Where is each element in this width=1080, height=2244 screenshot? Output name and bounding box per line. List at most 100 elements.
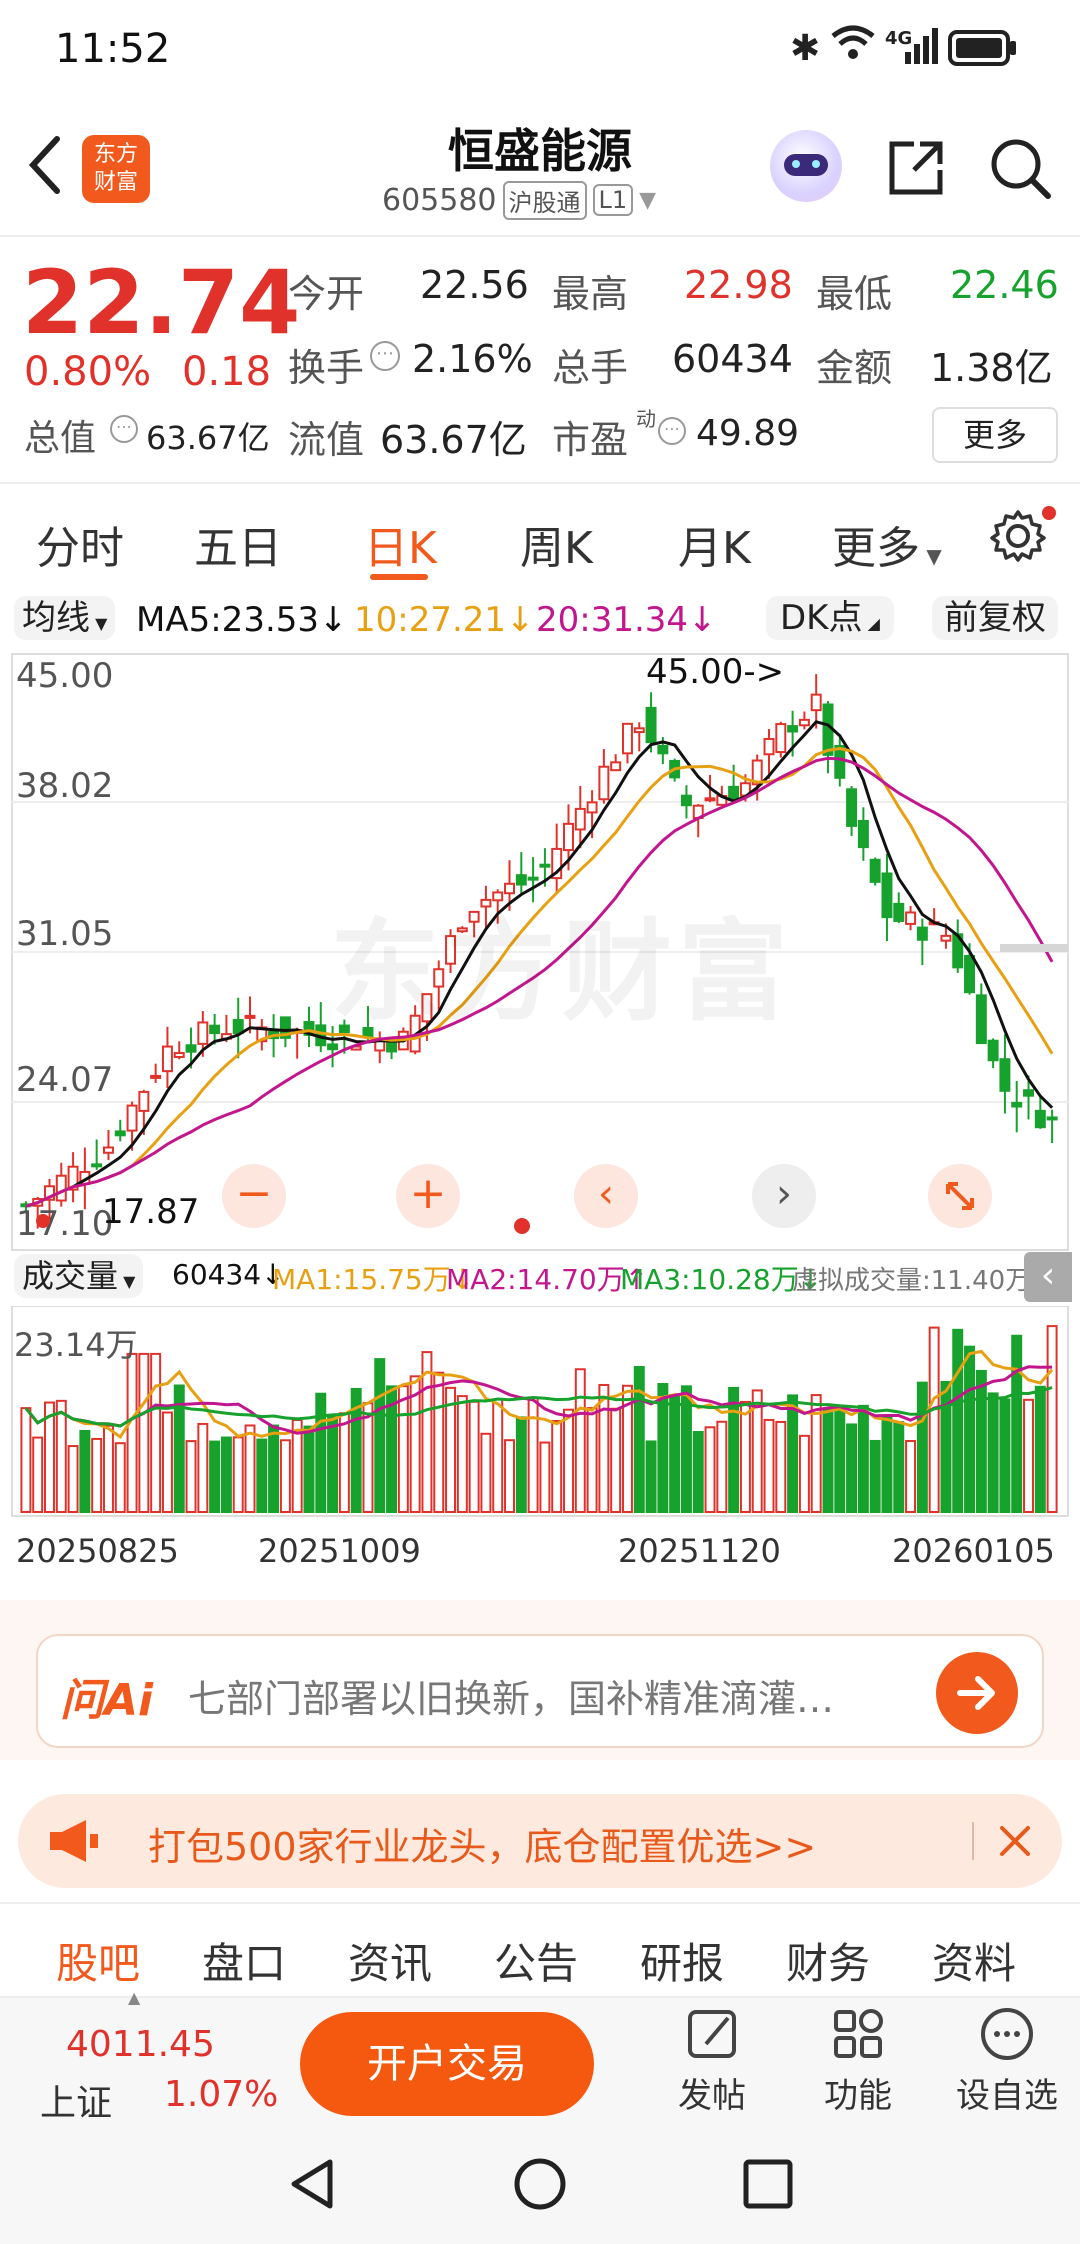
zoom-in-button[interactable]: + bbox=[396, 1164, 460, 1228]
candle-body bbox=[987, 1039, 999, 1062]
tab-rik[interactable]: 日K bbox=[364, 512, 437, 576]
add-watchlist-button[interactable]: 设自选 bbox=[952, 2004, 1062, 2124]
candle-body bbox=[1023, 1089, 1034, 1097]
kline-chart[interactable]: 东方财富 45.00 38.02 31.05 24.07 17.10 45.00… bbox=[0, 652, 1080, 1252]
volume-selector[interactable]: 成交量 ▼ bbox=[14, 1254, 144, 1298]
stock-code-row[interactable]: 605580 沪股通 L1 ▼ bbox=[382, 180, 656, 220]
open-trade-button[interactable]: 开户交易 bbox=[300, 2012, 594, 2116]
tab-wuri[interactable]: 五日 bbox=[194, 512, 282, 576]
candle-body bbox=[610, 761, 622, 772]
ai-submit-button[interactable] bbox=[936, 1652, 1018, 1734]
vol-ma1: MA1:15.75万↓ bbox=[272, 1263, 475, 1296]
volume-chart[interactable]: 23.14万 bbox=[0, 1306, 1080, 1522]
volume-bar bbox=[433, 1371, 445, 1513]
pe-superscript: 动 bbox=[636, 407, 656, 431]
volume-bar bbox=[515, 1416, 527, 1513]
scroll-right-button[interactable]: › bbox=[752, 1164, 816, 1228]
tab-zhouk[interactable]: 周K bbox=[520, 512, 593, 576]
scroll-left-button[interactable]: ‹ bbox=[574, 1164, 638, 1228]
dk-point-button[interactable]: DK点 ◢ bbox=[766, 596, 894, 640]
ai-search-box[interactable]: 问Ai 七部门部署以旧换新，国补精准滴灌… bbox=[36, 1634, 1044, 1748]
megaphone-icon bbox=[44, 1816, 100, 1870]
volume-bar bbox=[834, 1407, 846, 1513]
collapse-panel-button[interactable]: ‹ bbox=[1024, 1252, 1072, 1302]
amount-value: 1.38亿 bbox=[930, 346, 1053, 390]
candle-body bbox=[527, 876, 539, 881]
tab-fenshi[interactable]: 分时 bbox=[36, 512, 124, 576]
volume-bar bbox=[598, 1383, 610, 1513]
post-button[interactable]: 发帖 bbox=[668, 2004, 756, 2124]
fullscreen-button[interactable] bbox=[928, 1164, 992, 1228]
index-value[interactable]: 4011.45 bbox=[66, 2024, 215, 2065]
robot-avatar-icon[interactable] bbox=[770, 130, 842, 202]
bluetooth-icon: ✱ bbox=[790, 28, 821, 69]
candle-body bbox=[1046, 1116, 1058, 1121]
volume-canvas[interactable] bbox=[0, 1306, 1080, 1522]
candle-body bbox=[999, 1058, 1011, 1092]
function-button[interactable]: 功能 bbox=[812, 2004, 904, 2124]
ma-selector[interactable]: 均线 ▼ bbox=[14, 596, 116, 640]
candle-body bbox=[964, 955, 976, 994]
candle-body bbox=[728, 785, 740, 801]
low-label: 最低 bbox=[816, 272, 893, 316]
nav-recents-icon[interactable] bbox=[742, 2158, 794, 2214]
candle-body bbox=[810, 693, 822, 712]
candle-body bbox=[798, 718, 810, 727]
promo-banner[interactable]: 打包500家行业龙头，底仓配置优选>> bbox=[18, 1794, 1062, 1888]
tab-gonggao[interactable]: 公告 bbox=[494, 1930, 578, 1991]
tab-caiwu[interactable]: 财务 bbox=[786, 1930, 870, 1991]
info-icon[interactable]: ⋯ bbox=[110, 415, 138, 443]
low-value: 22.46 bbox=[950, 263, 1059, 307]
nav-home-icon[interactable] bbox=[512, 2156, 568, 2216]
candle-body bbox=[598, 765, 610, 801]
tab-zixun[interactable]: 资讯 bbox=[348, 1930, 432, 1991]
candle-body bbox=[1011, 1101, 1023, 1108]
volume-bar bbox=[32, 1436, 44, 1513]
back-button[interactable] bbox=[20, 130, 70, 200]
share-icon[interactable] bbox=[884, 136, 948, 204]
settings-gear-icon[interactable] bbox=[990, 508, 1046, 568]
adjust-button[interactable]: 前复权 bbox=[932, 596, 1058, 640]
close-icon[interactable] bbox=[988, 1814, 1042, 1872]
volume-bar bbox=[327, 1415, 339, 1513]
tab-ziliao[interactable]: 资料 bbox=[932, 1930, 1016, 1991]
search-icon[interactable] bbox=[988, 136, 1052, 204]
candle-body bbox=[869, 858, 881, 883]
volume-bar bbox=[374, 1358, 386, 1514]
volume-bar bbox=[964, 1345, 976, 1513]
tab-yuek[interactable]: 月K bbox=[678, 512, 751, 576]
promo-text: 打包500家行业龙头，底仓配置优选>> bbox=[148, 1825, 817, 1869]
volume-bar bbox=[268, 1424, 280, 1513]
volume-bar bbox=[161, 1411, 173, 1513]
ai-logo: 问Ai bbox=[60, 1675, 154, 1726]
more-dots-icon bbox=[981, 2008, 1033, 2060]
zoom-out-button[interactable]: − bbox=[222, 1164, 286, 1228]
open-label: 今开 bbox=[288, 272, 365, 316]
nav-back-icon[interactable] bbox=[284, 2156, 340, 2216]
info-icon[interactable]: ⋯ bbox=[370, 341, 400, 371]
info-icon[interactable]: ⋯ bbox=[658, 417, 686, 445]
tab-yanbao[interactable]: 研报 bbox=[640, 1930, 724, 1991]
volume-bar bbox=[999, 1398, 1011, 1513]
more-button[interactable]: 更多 bbox=[932, 407, 1058, 463]
tab-pankou[interactable]: 盘口 bbox=[202, 1930, 286, 1991]
volume-bar bbox=[138, 1352, 150, 1514]
tab-more[interactable]: 更多 ▼ bbox=[832, 512, 942, 576]
volume-bar bbox=[197, 1422, 209, 1513]
tag-level: L1 bbox=[592, 184, 634, 216]
volume-bar bbox=[763, 1418, 775, 1513]
low-point-dot bbox=[36, 1214, 50, 1228]
volume-bar bbox=[704, 1426, 716, 1513]
system-nav-bar bbox=[0, 2128, 1080, 2244]
app-logo[interactable]: 东方 财富 bbox=[82, 135, 150, 203]
vol-ma2: MA2:14.70万↑ bbox=[446, 1263, 649, 1296]
volume-max-label: 23.14万 bbox=[14, 1326, 138, 1364]
y-label-3: 31.05 bbox=[16, 914, 114, 954]
candle-body bbox=[102, 1146, 114, 1154]
tab-guba[interactable]: 股吧 bbox=[56, 1930, 140, 1991]
tab-more-label: 更多 bbox=[832, 523, 920, 574]
volume-bar bbox=[397, 1385, 409, 1513]
dk-label: DK点 bbox=[780, 598, 863, 638]
float-value: 63.67亿 bbox=[380, 418, 527, 462]
mktcap-label: 总值 bbox=[24, 418, 97, 459]
